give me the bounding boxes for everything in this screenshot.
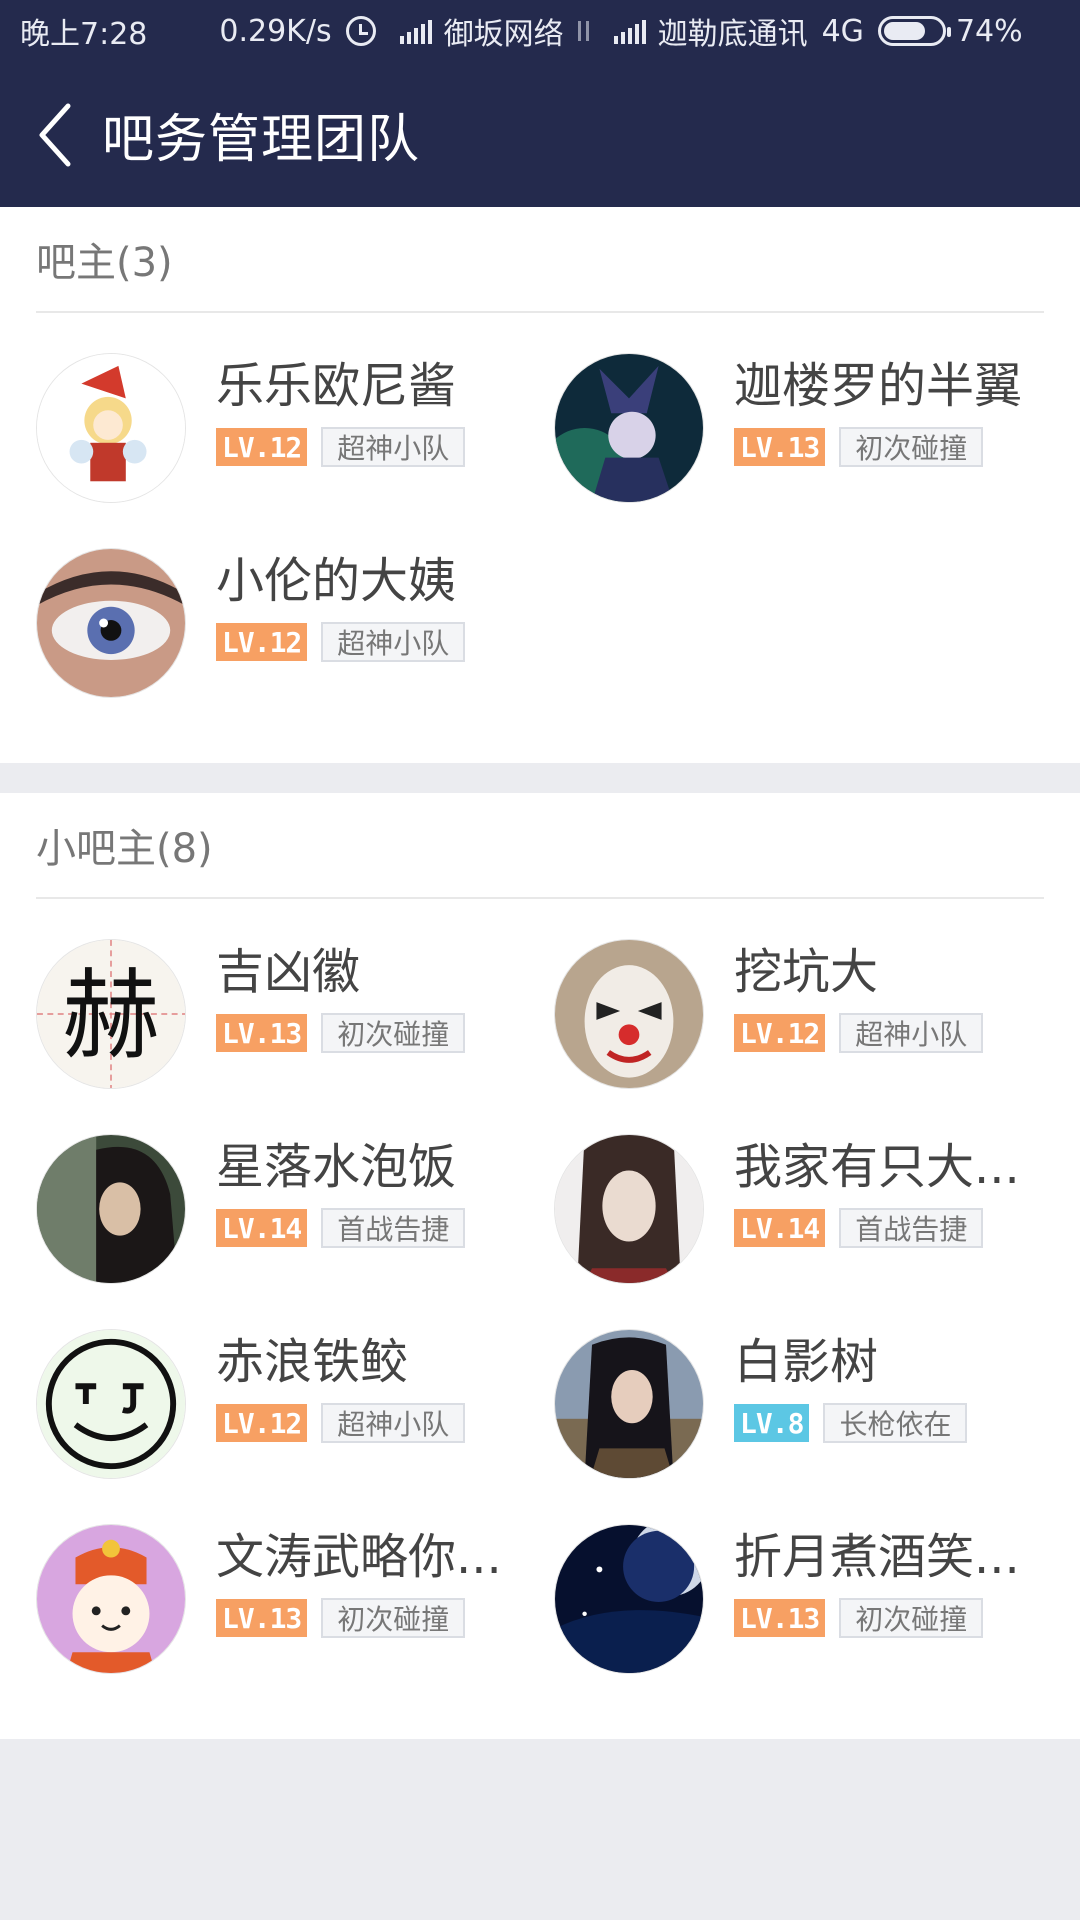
alarm-icon [345,16,376,46]
member-name: 乐乐欧尼酱 [216,358,457,414]
rank-tag: 初次碰撞 [321,1598,466,1638]
member-grid: 赫 吉凶徽 LV.13 初次碰撞 挖坑大 LV.12 超神小队 星落水泡饭 LV.1… [0,899,1080,1719]
member-name: 我家有只大... [734,1139,1020,1195]
avatar [36,1134,186,1284]
member-item[interactable]: 赤浪铁鲛 LV.12 超神小队 [36,1329,554,1524]
avatar [554,939,704,1089]
member-item[interactable]: 我家有只大... LV.14 首战告捷 [554,1134,1072,1329]
battery-fill [883,22,926,40]
member-name: 文涛武略你... [216,1529,502,1585]
level-badge: LV.14 [216,1209,308,1247]
rank-tag: 首战告捷 [839,1208,984,1248]
level-badge: LV.13 [734,1599,826,1637]
back-button[interactable] [36,100,76,170]
member-name: 吉凶徽 [216,944,361,1000]
level-badge: LV.13 [216,1014,308,1052]
avatar [36,1524,186,1674]
rank-tag: 长枪依在 [823,1403,968,1443]
level-badge: LV.8 [734,1404,810,1442]
member-item[interactable]: 迦楼罗的半翼 LV.13 初次碰撞 [554,353,1072,548]
status-battery: 74% [955,13,1023,49]
rank-tag: 初次碰撞 [839,427,984,467]
page-title: 吧务管理团队 [102,110,421,170]
rank-tag: 超神小队 [839,1013,984,1053]
signal-icon [399,18,432,44]
status-carrier-2: 迦勒底通讯 [657,17,808,52]
section-owners: 吧主(3) 乐乐欧尼酱 LV.12 超神小队 迦楼罗的半翼 LV.13 初次碰撞 [0,207,1080,763]
section-assistants: 小吧主(8) 赫 吉凶徽 LV.13 初次碰撞 挖坑大 LV.12 超神小队 星… [0,793,1080,1739]
status-bar: 晚上7:28 0.29K/s 御坂网络 迦勒底通讯 4G 74% [0,0,1080,62]
rank-tag: 初次碰撞 [321,1013,466,1053]
rank-tag: 初次碰撞 [839,1598,984,1638]
section-title: 吧主(3) [36,207,1044,313]
avatar [36,353,186,503]
member-name: 赤浪铁鲛 [216,1334,409,1390]
member-name: 迦楼罗的半翼 [734,358,1023,414]
member-item[interactable]: 乐乐欧尼酱 LV.12 超神小队 [36,353,554,548]
rank-tag: 超神小队 [321,427,466,467]
avatar: 赫 [36,939,186,1089]
member-item[interactable]: 白影树 LV.8 长枪依在 [554,1329,1072,1524]
rank-tag: 超神小队 [321,1403,466,1443]
data-arrows-icon [574,19,594,43]
level-badge: LV.12 [216,623,308,661]
status-speed: 0.29K/s [219,13,332,49]
status-carrier-1: 御坂网络 [443,17,564,52]
member-grid: 乐乐欧尼酱 LV.12 超神小队 迦楼罗的半翼 LV.13 初次碰撞 小伦的大姨 L… [0,313,1080,743]
level-badge: LV.12 [734,1014,826,1052]
status-time: 晚上7:28 [20,17,148,52]
member-name: 白影树 [734,1334,879,1390]
member-item[interactable]: 小伦的大姨 LV.12 超神小队 [36,548,554,743]
avatar [36,548,186,698]
member-item[interactable]: 挖坑大 LV.12 超神小队 [554,939,1072,1134]
member-item[interactable]: 赫 吉凶徽 LV.13 初次碰撞 [36,939,554,1134]
chevron-left-icon [39,103,71,166]
avatar [36,1329,186,1479]
member-name: 小伦的大姨 [216,553,457,609]
level-badge: LV.13 [216,1599,308,1637]
app-header: 吧务管理团队 [0,62,1080,207]
svg-text:赫: 赫 [62,960,160,1074]
level-badge: LV.14 [734,1209,826,1247]
signal-icon [613,18,646,44]
member-name: 折月煮酒笑... [734,1529,1020,1585]
avatar [554,353,704,503]
member-name: 星落水泡饭 [216,1139,457,1195]
member-name: 挖坑大 [734,944,879,1000]
level-badge: LV.12 [216,428,308,466]
section-title: 小吧主(8) [36,793,1044,899]
member-item[interactable]: 星落水泡饭 LV.14 首战告捷 [36,1134,554,1329]
member-item[interactable]: 折月煮酒笑... LV.13 初次碰撞 [554,1524,1072,1719]
level-badge: LV.13 [734,428,826,466]
avatar [554,1134,704,1284]
level-badge: LV.12 [216,1404,308,1442]
member-item[interactable]: 文涛武略你... LV.13 初次碰撞 [36,1524,554,1719]
avatar [554,1524,704,1674]
status-network: 4G [821,13,864,49]
rank-tag: 首战告捷 [321,1208,466,1248]
avatar [554,1329,704,1479]
battery-icon [877,16,951,46]
rank-tag: 超神小队 [321,622,466,662]
top-bar: 晚上7:28 0.29K/s 御坂网络 迦勒底通讯 4G 74% 吧务管理团队 [0,0,1080,207]
